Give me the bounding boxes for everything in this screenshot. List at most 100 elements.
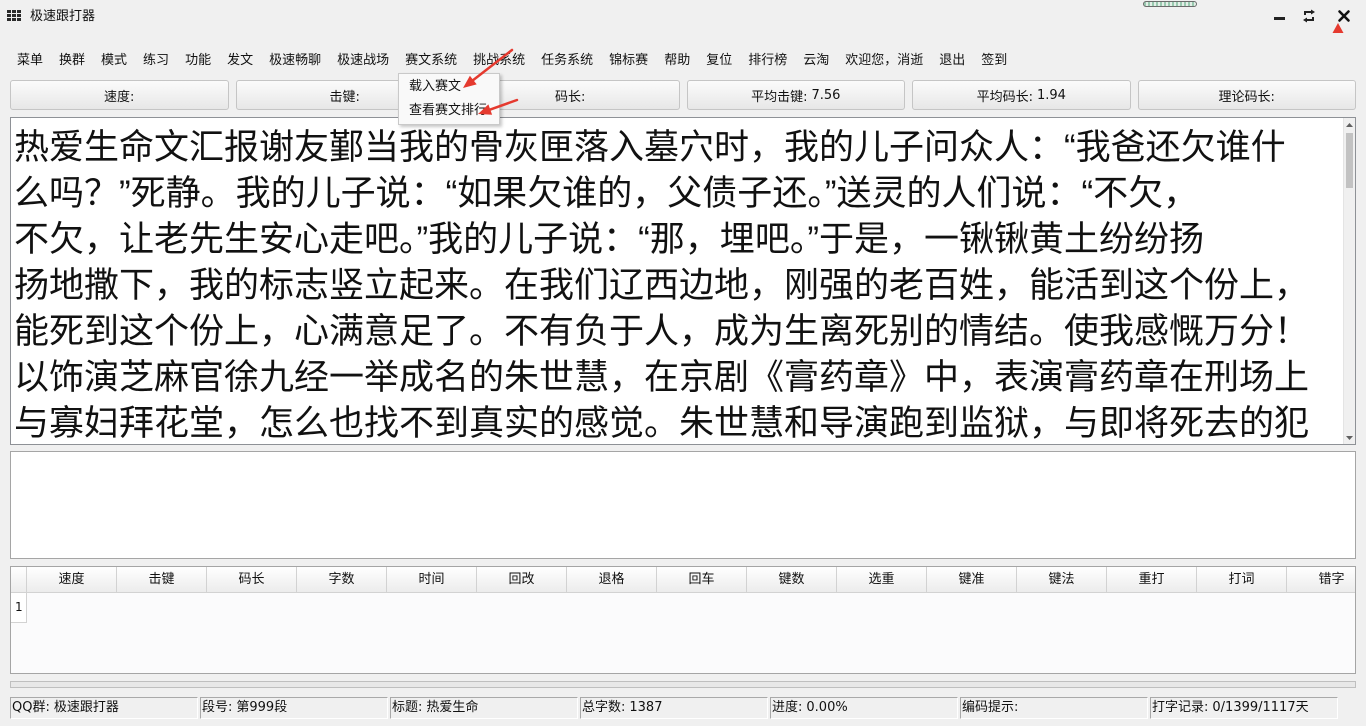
menu-item-load-race-text[interactable]: 载入赛文 xyxy=(399,75,499,99)
menu-item-practice[interactable]: 练习 xyxy=(135,50,177,72)
row-cells[interactable] xyxy=(27,593,1355,623)
column-header-retype[interactable]: 重打 xyxy=(1107,567,1197,592)
stat-label: 平均码长: xyxy=(976,89,1033,105)
status-progress: 进度: 0.00% xyxy=(770,697,958,719)
row-header[interactable]: 1 xyxy=(11,593,27,623)
column-header-key-accuracy[interactable]: 键准 xyxy=(927,567,1017,592)
restore-icon xyxy=(1303,9,1315,23)
article-line: 么吗？”死静。我的儿子说：“如果欠谁的，父债子还。”送灵的人们说：“不欠， xyxy=(14,174,1199,213)
typing-input[interactable] xyxy=(10,451,1356,559)
menu-item-send-text[interactable]: 发文 xyxy=(219,50,261,72)
article-line: 热爱生命文汇报谢友鄞当我的骨灰匣落入墓穴时，我的儿子问众人：“我爸还欠谁什 xyxy=(14,128,1286,167)
article-line: 以饰演芝麻官徐九经一举成名的朱世慧，在京剧《膏药章》中，表演膏药章在刑场上 xyxy=(14,358,1310,397)
average-code-length-stat-button[interactable]: 平均码长: 1.94 xyxy=(912,80,1131,110)
menu-item-race-text-system[interactable]: 赛文系统 xyxy=(397,50,465,72)
triangle-down-icon xyxy=(1346,435,1353,440)
average-keystroke-stat-button[interactable]: 平均击键: 7.56 xyxy=(686,80,905,110)
menu-item-fast-chat[interactable]: 极速畅聊 xyxy=(261,50,329,72)
article-display[interactable]: 热爱生命文汇报谢友鄞当我的骨灰匣落入墓穴时，我的儿子问众人：“我爸还欠谁什 么吗… xyxy=(10,117,1356,445)
column-header-typos[interactable]: 错字 xyxy=(1287,567,1355,592)
stat-label: 平均击键: xyxy=(751,89,808,105)
status-value: 热爱生命 xyxy=(426,700,479,715)
column-header-enter[interactable]: 回车 xyxy=(657,567,747,592)
column-header-word-typing[interactable]: 打词 xyxy=(1197,567,1287,592)
status-code-hint: 编码提示: xyxy=(960,697,1148,719)
menu-item-championship[interactable]: 锦标赛 xyxy=(601,50,656,72)
menu-item-logout[interactable]: 退出 xyxy=(931,50,973,72)
status-segment-number: 段号: 第999段 xyxy=(200,697,388,719)
column-header-keystroke[interactable]: 击键 xyxy=(117,567,207,592)
menu-item-welcome-user[interactable]: 欢迎您，消逝 xyxy=(837,50,931,72)
menu-item-mode[interactable]: 模式 xyxy=(93,50,135,72)
status-value: 1387 xyxy=(629,700,663,715)
column-header-char-count[interactable]: 字数 xyxy=(297,567,387,592)
status-value: 0.00% xyxy=(806,700,848,715)
status-total-chars: 总字数: 1387 xyxy=(580,697,768,719)
status-label: 打字记录: xyxy=(1152,700,1209,715)
article-scrollbar[interactable] xyxy=(1343,118,1355,444)
minimize-button[interactable] xyxy=(1269,6,1291,26)
status-bar: QQ群: 极速跟打器 段号: 第999段 标题: 热爱生命 总字数: 1387 进度: 0… xyxy=(10,697,1338,719)
table-header: 速度 击键 码长 字数 时间 回改 退格 回车 键数 选重 键准 键法 重打 打… xyxy=(11,567,1355,593)
column-header-code-length[interactable]: 码长 xyxy=(207,567,297,592)
speed-stat-button[interactable]: 速度: xyxy=(10,80,229,110)
status-typing-record: 打字记录: 0/1399/1117天 xyxy=(1150,697,1338,719)
column-header-key-method[interactable]: 键法 xyxy=(1017,567,1107,592)
title-bar: 极速跟打器 xyxy=(0,0,1366,36)
status-value: 极速跟打器 xyxy=(53,700,119,715)
scroll-down-button[interactable] xyxy=(1344,431,1355,444)
menu-item-task-system[interactable]: 任务系统 xyxy=(533,50,601,72)
menu-item-check-in[interactable]: 签到 xyxy=(973,50,1015,72)
menu-bar: 菜单 换群 模式 练习 功能 发文 极速畅聊 极速战场 赛文系统 挑战系统 任务… xyxy=(9,50,1015,72)
article-line: 扬地撒下，我的标志竖立起来。在我们辽西边地，刚强的老百姓，能活到这个份上， xyxy=(14,266,1310,305)
menu-item-functions[interactable]: 功能 xyxy=(177,50,219,72)
status-label: 总字数: xyxy=(582,700,626,715)
stat-value: 1.94 xyxy=(1036,87,1066,103)
status-label: 编码提示: xyxy=(962,700,1019,715)
scrollbar-thumb[interactable] xyxy=(1346,133,1353,188)
article-text: 热爱生命文汇报谢友鄞当我的骨灰匣落入墓穴时，我的儿子问众人：“我爸还欠谁什 么吗… xyxy=(14,125,1342,444)
status-indicator xyxy=(1143,1,1197,7)
column-header-backspace[interactable]: 退格 xyxy=(567,567,657,592)
status-label: 标题: xyxy=(392,700,423,715)
typing-progress-bar xyxy=(10,681,1356,688)
close-button[interactable] xyxy=(1333,6,1355,26)
status-value: 0/1399/1117天 xyxy=(1212,700,1309,715)
minimize-icon xyxy=(1274,17,1285,20)
menu-item-leaderboard[interactable]: 排行榜 xyxy=(740,50,795,72)
status-value: 第999段 xyxy=(236,700,288,715)
table-row[interactable]: 1 xyxy=(11,593,1355,623)
race-text-dropdown-menu: 载入赛文 查看赛文排行 xyxy=(398,73,500,125)
stat-label: 击键: xyxy=(329,89,360,105)
close-icon xyxy=(1338,10,1350,22)
column-header-speed[interactable]: 速度 xyxy=(27,567,117,592)
article-line: 能死到这个份上，心满意足了。不有负于人，成为生离死别的情结。使我感慨万分！ xyxy=(14,312,1310,351)
theoretical-code-length-stat-button[interactable]: 理论码长: xyxy=(1137,80,1356,110)
column-header-corrections[interactable]: 回改 xyxy=(477,567,567,592)
results-table: 速度 击键 码长 字数 时间 回改 退格 回车 键数 选重 键准 键法 重打 打… xyxy=(10,566,1356,674)
menu-item-battlefield[interactable]: 极速战场 xyxy=(329,50,397,72)
menu-item-main-menu[interactable]: 菜单 xyxy=(9,50,51,72)
column-header-reselect[interactable]: 选重 xyxy=(837,567,927,592)
table-corner-cell[interactable] xyxy=(11,567,27,592)
menu-item-help[interactable]: 帮助 xyxy=(656,50,698,72)
status-label: 段号: xyxy=(202,700,233,715)
status-qq-group[interactable]: QQ群: 极速跟打器 xyxy=(10,697,198,719)
stats-row: 速度: 击键: 码长: 平均击键: 7.56 平均码长: 1.94 理论码长: xyxy=(10,80,1356,110)
stat-label: 理论码长: xyxy=(1218,89,1275,105)
column-header-key-count[interactable]: 键数 xyxy=(747,567,837,592)
menu-item-cloud[interactable]: 云淘 xyxy=(795,50,837,72)
menu-item-switch-group[interactable]: 换群 xyxy=(51,50,93,72)
window-title: 极速跟打器 xyxy=(30,9,96,24)
status-label: 进度: xyxy=(772,700,803,715)
grid-icon[interactable] xyxy=(7,10,21,21)
menu-item-challenge-system[interactable]: 挑战系统 xyxy=(465,50,533,72)
article-line: 不欠，让老先生安心走吧。”我的儿子说：“那，埋吧。”于是，一锹锹黄土纷纷扬 xyxy=(14,220,1204,259)
column-header-time[interactable]: 时间 xyxy=(387,567,477,592)
status-label: QQ群: xyxy=(12,700,50,715)
status-title: 标题: 热爱生命 xyxy=(390,697,578,719)
menu-item-view-race-text-ranking[interactable]: 查看赛文排行 xyxy=(399,99,499,123)
menu-item-reset[interactable]: 复位 xyxy=(698,50,740,72)
restore-button[interactable] xyxy=(1298,6,1320,26)
scroll-up-button[interactable] xyxy=(1344,118,1355,131)
